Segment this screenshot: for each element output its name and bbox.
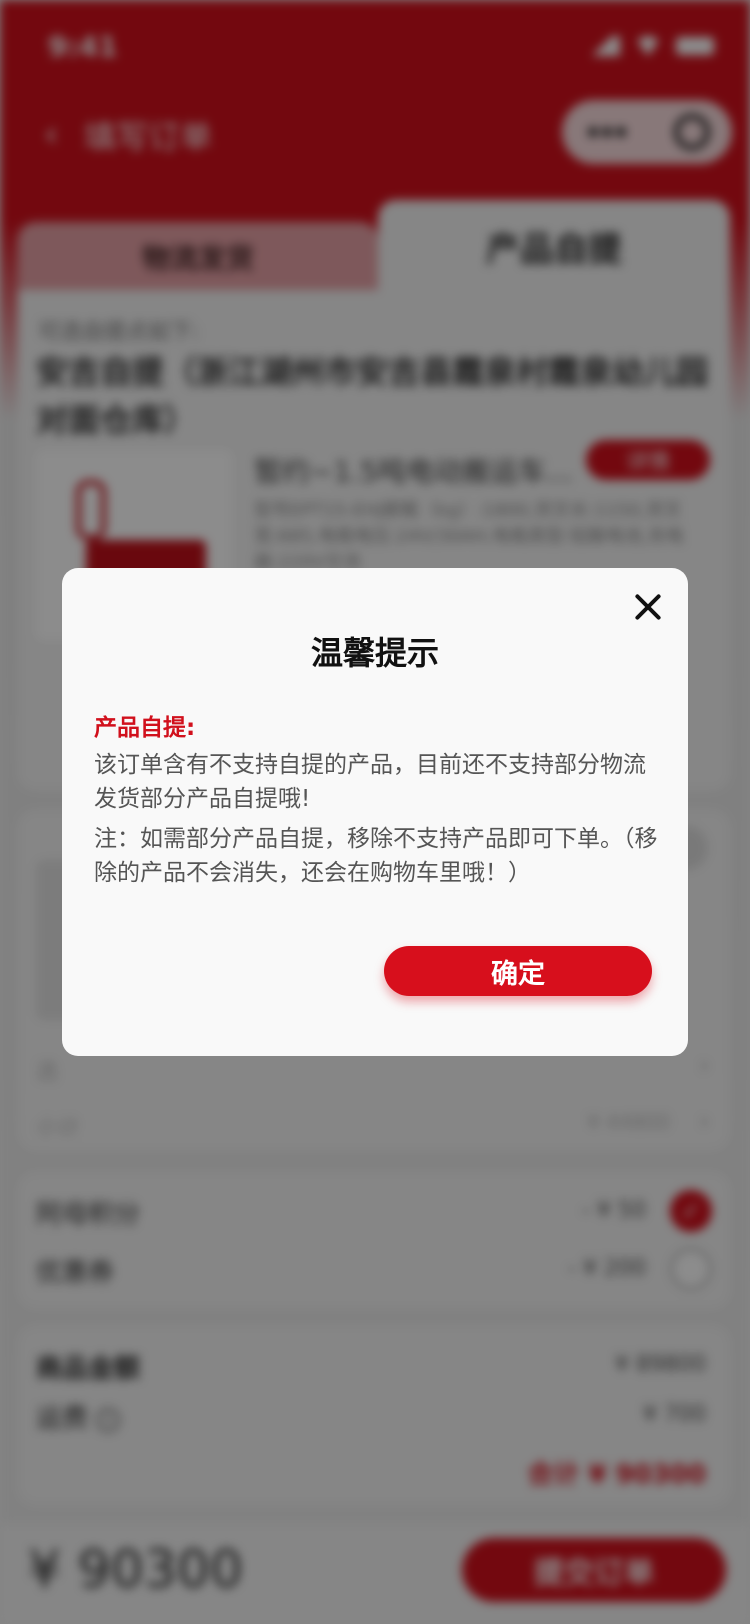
confirm-button[interactable]: 确定	[384, 946, 652, 996]
dialog-title: 温馨提示	[310, 634, 439, 672]
dialog-section-title: 产品自提:	[94, 715, 196, 741]
dialog-note: 注：如需部分产品自提，移除不支持产品即可下单。（移除的产品不会消失，还会在购物车…	[94, 826, 658, 886]
close-icon[interactable]	[626, 586, 670, 630]
dialog-message: 该订单含有不支持自提的产品，目前还不支持部分物流发货部分产品自提哦!	[94, 752, 646, 812]
tip-dialog: 温馨提示 产品自提: 该订单含有不支持自提的产品，目前还不支持部分物流发货部分产…	[62, 568, 688, 1056]
